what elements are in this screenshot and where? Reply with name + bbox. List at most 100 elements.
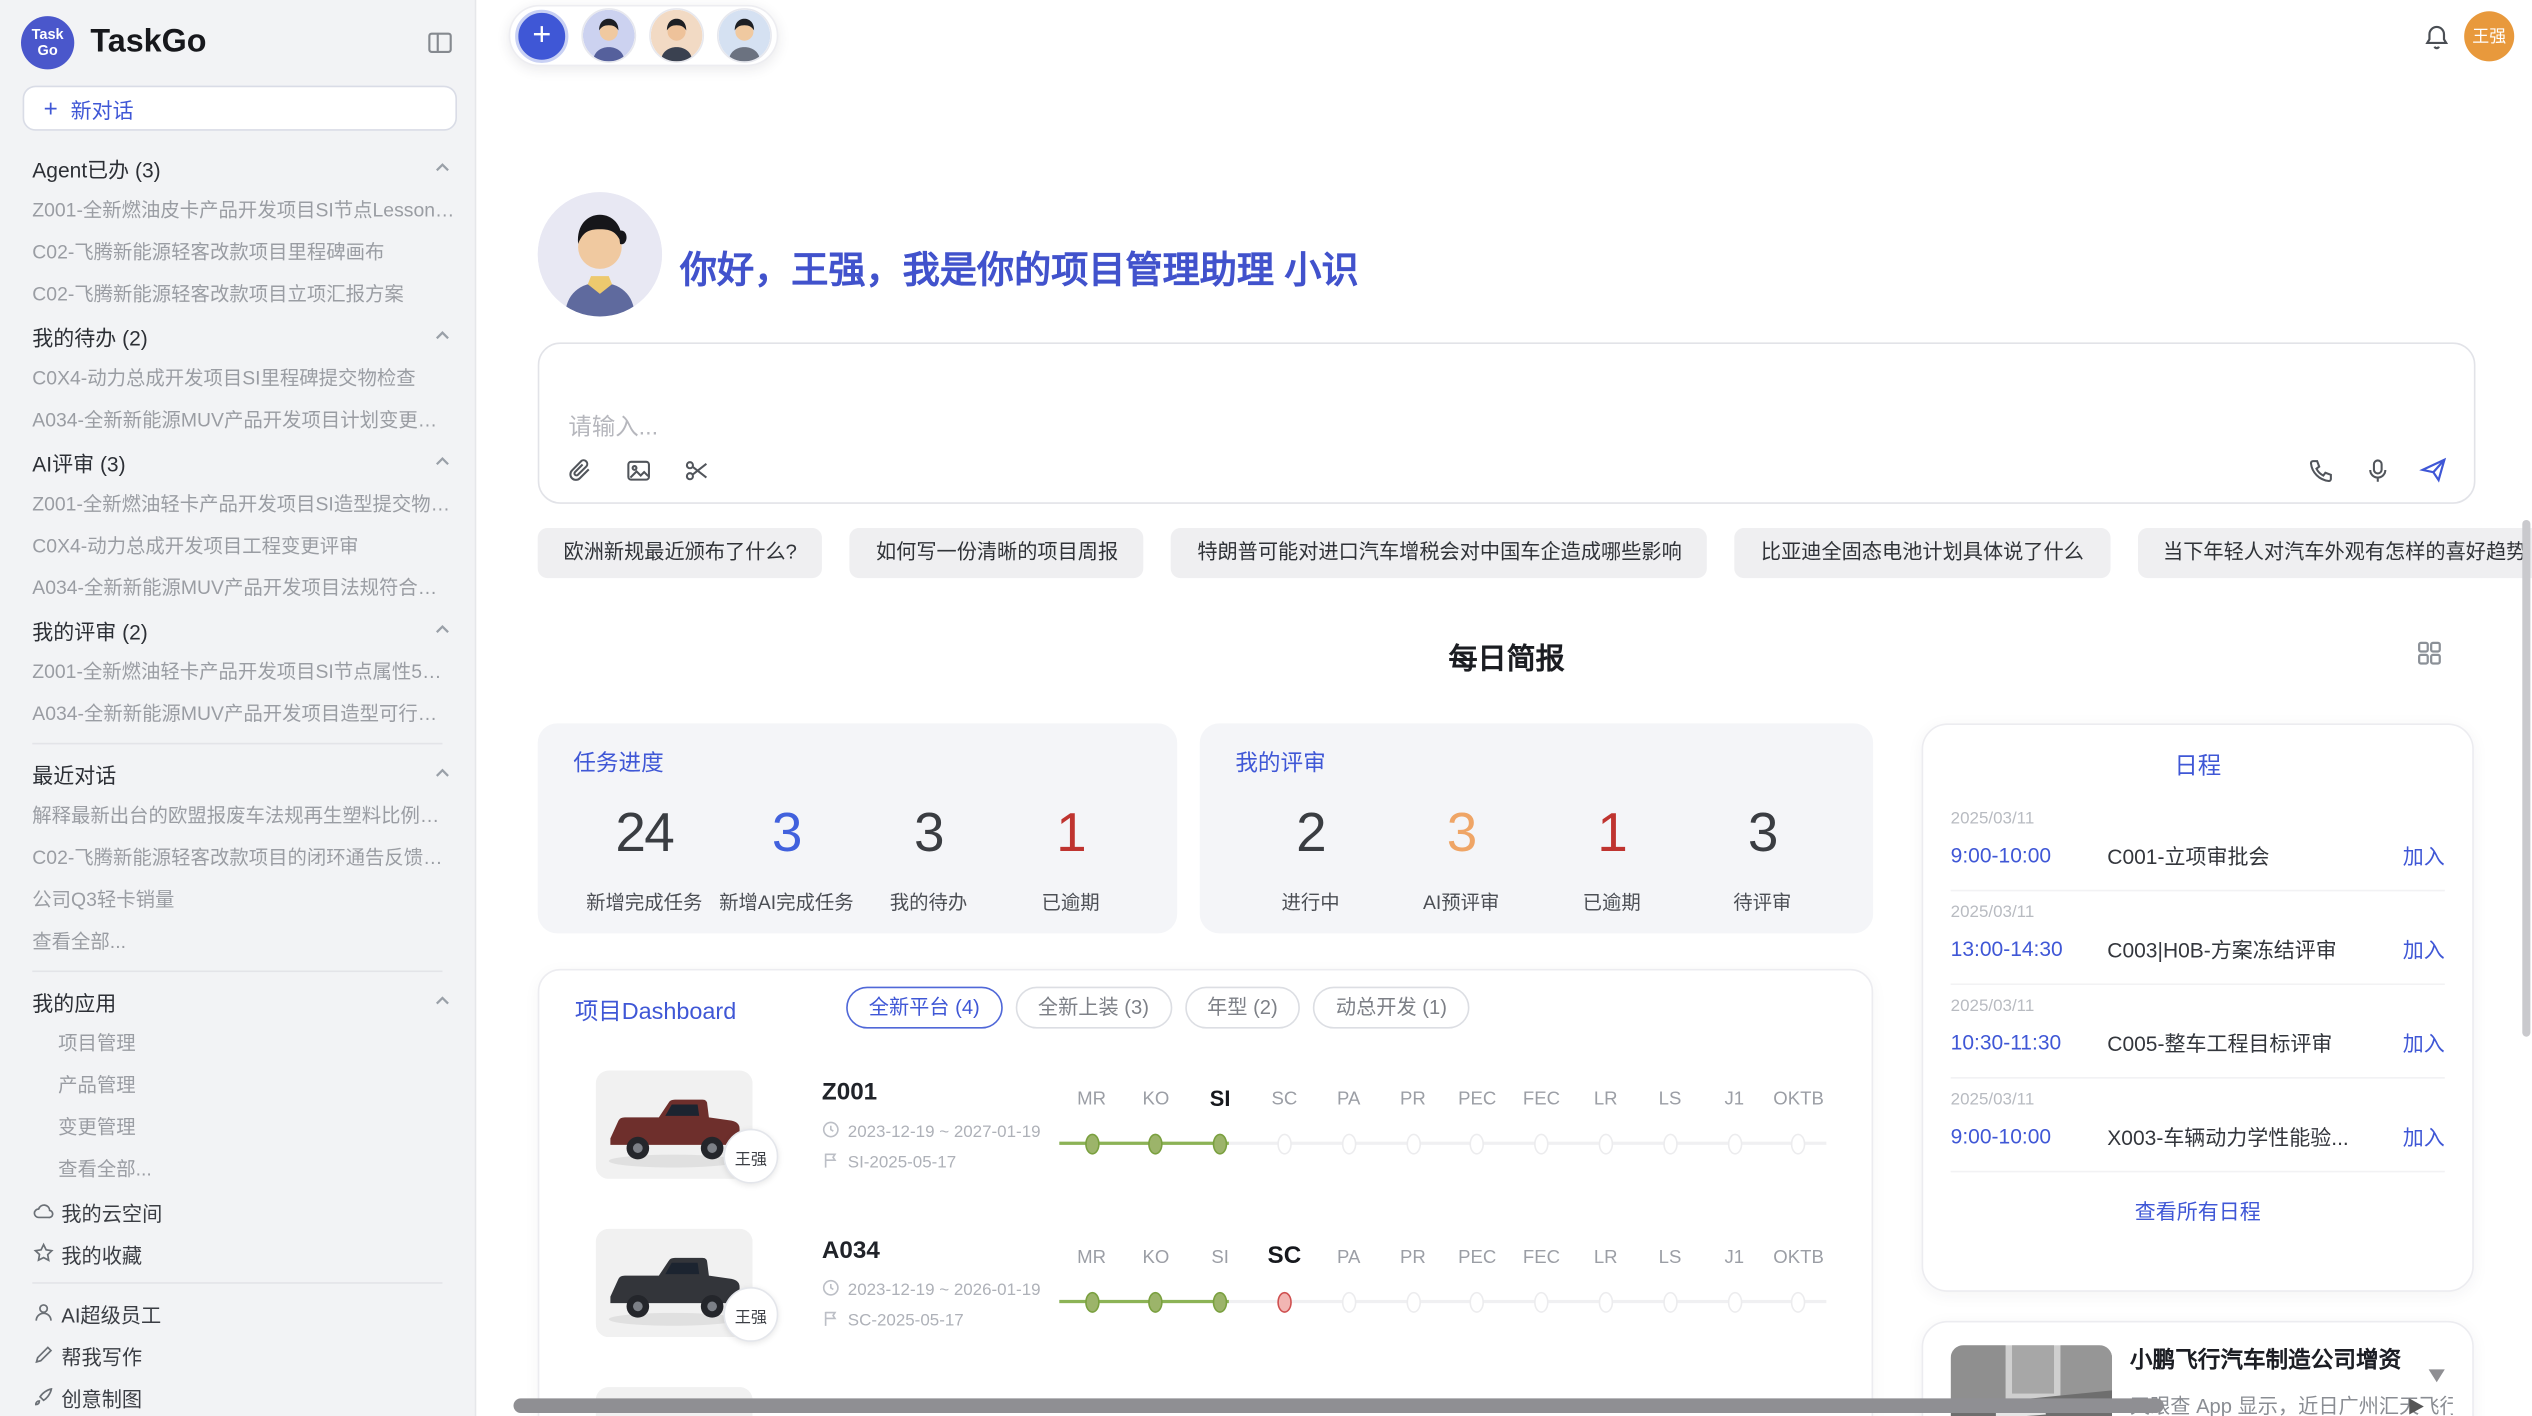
logo-line1: Task xyxy=(32,26,64,42)
horizontal-scrollbar-thumb[interactable] xyxy=(514,1398,2164,1413)
user-avatar[interactable]: 王强 xyxy=(2464,11,2514,61)
sidebar-item[interactable]: C02-飞腾新能源轻客改款项目的闭环通告反馈情况 xyxy=(32,836,455,878)
briefing-card-title: 我的评审 xyxy=(1235,746,1837,778)
agent-avatar-2[interactable] xyxy=(649,8,704,63)
notification-bell-icon[interactable] xyxy=(2419,19,2455,55)
sidebar-item[interactable]: 变更管理 xyxy=(32,1106,455,1148)
event-name: C005-整车工程目标评审 xyxy=(2107,1027,2402,1058)
message-composer xyxy=(538,342,2476,503)
send-icon[interactable] xyxy=(2416,452,2452,488)
stat-value: 2 xyxy=(1235,801,1386,866)
add-button[interactable]: + xyxy=(515,9,568,62)
event-main-row: 9:00-10:00X003-车辆动力学性能验...加入 xyxy=(1951,1121,2445,1152)
schedule-event: 2025/03/11 9:00-10:00X003-车辆动力学性能验...加入 xyxy=(1951,1079,2445,1173)
sidebar-item[interactable]: Z001-全新燃油轻卡产品开发项目SI造型提交物评审 xyxy=(32,483,455,525)
event-join-link[interactable]: 加入 xyxy=(2403,1027,2445,1058)
project-row[interactable]: 王强A0342023-12-19 ~ 2026-01-19SC-2025-05-… xyxy=(539,1209,1871,1367)
sidebar-collapse-icon[interactable] xyxy=(423,26,455,58)
event-date: 2025/03/11 xyxy=(1951,1090,2445,1109)
sidebar-item[interactable]: 查看全部... xyxy=(32,1148,455,1190)
phone-icon[interactable] xyxy=(2303,452,2339,488)
agent-avatar-1[interactable] xyxy=(581,8,636,63)
agent-avatar-3[interactable] xyxy=(717,8,772,63)
suggestion-chip[interactable]: 当下年轻人对汽车外观有怎样的喜好趋势 xyxy=(2137,528,2532,578)
dashboard-filter-pill[interactable]: 年型 (2) xyxy=(1184,987,1300,1029)
sidebar-item[interactable]: Z001-全新燃油皮卡产品开发项目SI节点Lesson Learn报告 xyxy=(32,189,455,231)
event-join-link[interactable]: 加入 xyxy=(2403,1121,2445,1152)
event-join-link[interactable]: 加入 xyxy=(2403,840,2445,871)
sidebar-item[interactable]: 项目管理 xyxy=(32,1022,455,1064)
sidebar-section-header[interactable]: 我的待办 (2) xyxy=(32,315,455,357)
sidebar-item[interactable]: A034-全新新能源MUV产品开发项目计划变更表编写 xyxy=(32,399,455,441)
scissors-icon[interactable] xyxy=(678,452,714,488)
sidebar-item[interactable]: 解释最新出台的欧盟报废车法规再生塑料比例被调至15%... xyxy=(32,794,455,836)
sidebar-tool-person[interactable]: AI超级员工 xyxy=(32,1292,455,1334)
sidebar-sections: Agent已办 (3)Z001-全新燃油皮卡产品开发项目SI节点Lesson L… xyxy=(0,131,475,1416)
stat-column: 1已逾期 xyxy=(1536,801,1687,916)
sidebar-section-header[interactable]: 我的评审 (2) xyxy=(32,609,455,651)
view-all-schedule-link[interactable]: 查看所有日程 xyxy=(1951,1172,2445,1248)
sidebar-item[interactable]: C0X4-动力总成开发项目工程变更评审 xyxy=(32,525,455,567)
scroll-right-arrow[interactable] xyxy=(2409,1398,2424,1414)
composer-left-icons xyxy=(562,452,714,488)
sidebar-item[interactable]: C02-飞腾新能源轻客改款项目立项汇报方案 xyxy=(32,273,455,315)
milestone-dot xyxy=(1084,1134,1099,1155)
stat-value: 24 xyxy=(573,801,715,866)
project-dates: 2023-12-19 ~ 2026-01-19 xyxy=(822,1279,1041,1302)
stat-value: 3 xyxy=(1687,801,1838,866)
milestone-dot xyxy=(1341,1292,1356,1313)
dashboard-filter-pill[interactable]: 全新平台 (4) xyxy=(846,987,1002,1029)
sidebar-item[interactable]: 产品管理 xyxy=(32,1064,455,1106)
attachment-icon[interactable] xyxy=(562,452,598,488)
stat-label: 已逾期 xyxy=(1000,888,1142,915)
sidebar-tool-brush[interactable]: 创意制图 xyxy=(32,1376,455,1416)
sidebar-item[interactable]: Z001-全新燃油轻卡产品开发项目SI节点属性5D文件评审 xyxy=(32,651,455,693)
sidebar-section-header[interactable]: 我的应用 xyxy=(32,980,455,1022)
suggestion-chip[interactable]: 欧洲新规最近颁布了什么? xyxy=(538,528,823,578)
cloud-icon xyxy=(32,1200,61,1223)
stat-column: 1已逾期 xyxy=(1000,801,1142,916)
chevron-up-icon xyxy=(430,155,456,181)
milestone-dot xyxy=(1341,1134,1356,1155)
dashboard-filter-pill[interactable]: 全新上装 (3) xyxy=(1015,987,1171,1029)
sidebar-item[interactable]: C02-飞腾新能源轻客改款项目里程碑画布 xyxy=(32,231,455,273)
taskgo-logo: Task Go xyxy=(21,15,74,68)
sidebar-item[interactable]: 公司Q3轻卡销量 xyxy=(32,878,455,920)
dashboard-filter-pill[interactable]: 动总开发 (1) xyxy=(1313,987,1469,1029)
sidebar-item[interactable]: C0X4-动力总成开发项目SI里程碑提交物检查 xyxy=(32,357,455,399)
image-upload-icon[interactable] xyxy=(620,452,656,488)
suggestion-chip[interactable]: 如何写一份清晰的项目周报 xyxy=(850,528,1144,578)
event-date: 2025/03/11 xyxy=(1951,903,2445,922)
new-chat-button[interactable]: + 新对话 xyxy=(23,86,457,131)
sidebar-section-header[interactable]: AI评审 (3) xyxy=(32,441,455,483)
suggestion-chip[interactable]: 特朗普可能对进口汽车增税会对中国车企造成哪些影响 xyxy=(1171,528,1707,578)
message-input[interactable] xyxy=(552,402,2005,450)
milestone-dot xyxy=(1084,1292,1099,1313)
pencil-icon xyxy=(32,1344,61,1367)
scroll-down-arrow[interactable] xyxy=(2429,1369,2445,1382)
sidebar-item[interactable]: A034-全新新能源MUV产品开发项目造型可行性评审 xyxy=(32,693,455,735)
sidebar-section-header[interactable]: 最近对话 xyxy=(32,752,455,794)
sidebar-link-cloud[interactable]: 我的云空间 xyxy=(32,1190,455,1232)
stat-label: AI预评审 xyxy=(1386,888,1537,915)
app-root: Task Go TaskGo + 新对话 Agent已办 (3)Z001-全新燃… xyxy=(0,0,2532,1416)
project-dates-text: 2023-12-19 ~ 2027-01-19 xyxy=(848,1122,1041,1141)
schedule-event: 2025/03/1113:00-14:30C003|H0B-方案冻结评审加入 xyxy=(1951,891,2445,985)
vertical-scrollbar-thumb[interactable] xyxy=(2522,520,2530,1037)
stat-label: 待评审 xyxy=(1687,888,1838,915)
event-join-link[interactable]: 加入 xyxy=(2403,933,2445,964)
sidebar-section-header[interactable]: Agent已办 (3) xyxy=(32,147,455,189)
milestone-dot xyxy=(1149,1134,1164,1155)
sidebar-tool-pencil[interactable]: 帮我写作 xyxy=(32,1334,455,1376)
grid-layout-icon[interactable] xyxy=(2416,639,2445,668)
sidebar-link-star[interactable]: 我的收藏 xyxy=(32,1232,455,1274)
schedule-event: 2025/03/1110:30-11:30C005-整车工程目标评审加入 xyxy=(1951,985,2445,1079)
sidebar-section-title: 我的评审 (2) xyxy=(32,614,429,645)
stat-label: 我的待办 xyxy=(857,888,999,915)
project-row[interactable]: 王强Z0012023-12-19 ~ 2027-01-19SI-2025-05-… xyxy=(539,1051,1871,1209)
sidebar-link-label: 我的云空间 xyxy=(61,1196,162,1227)
suggestion-chip[interactable]: 比亚迪全固态电池计划具体说了什么 xyxy=(1735,528,2110,578)
sidebar-item[interactable]: A034-全新新能源MUV产品开发项目法规符合性评审 xyxy=(32,567,455,609)
sidebar-item[interactable]: 查看全部... xyxy=(32,920,455,962)
microphone-icon[interactable] xyxy=(2359,452,2395,488)
